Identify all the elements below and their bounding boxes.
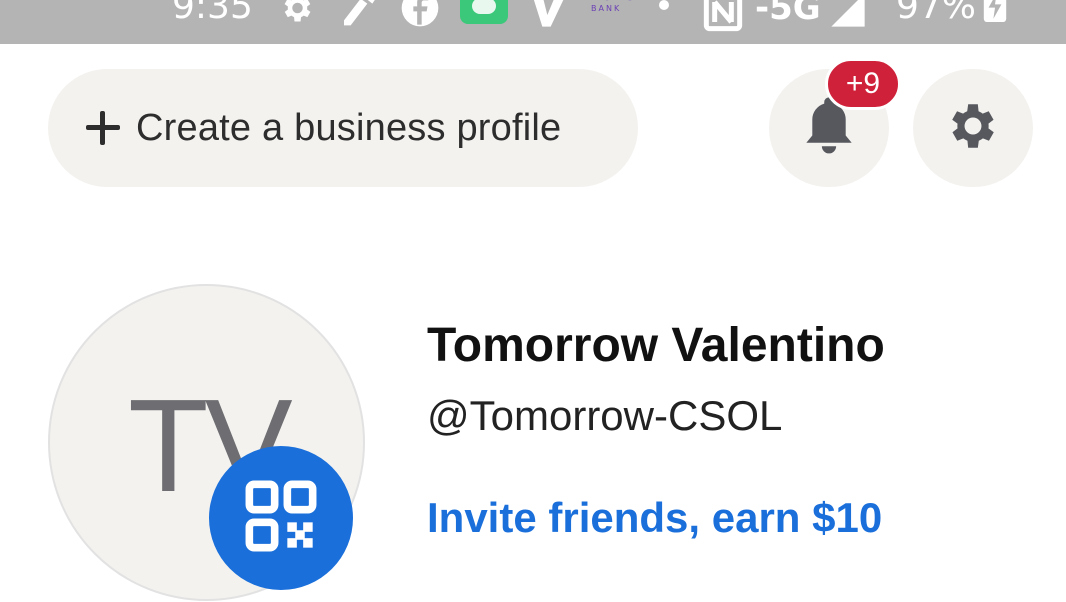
status-time: 9:35 [172,0,253,27]
settings-status-icon [276,0,316,31]
create-business-profile-button[interactable]: Create a business profile [48,69,638,187]
gear-icon [944,97,1002,160]
venmo-status-icon [527,0,571,35]
qr-code-icon [243,478,319,559]
profile-name: Tomorrow Valentino [427,319,885,372]
create-business-profile-label: Create a business profile [136,106,562,149]
notification-count-badge: +9 [825,58,901,110]
pen-status-icon [337,0,381,37]
qr-code-button[interactable] [209,446,353,590]
plus-icon [86,111,120,145]
signal-status-icon [827,0,869,35]
network-type: -5G [755,0,821,28]
settings-button[interactable] [913,69,1033,187]
messages-status-icon [460,0,508,24]
facebook-status-icon [400,0,440,33]
nfc-status-icon [703,0,743,37]
varo-status-icon: varoBANK [591,0,636,13]
battery-charging-icon [980,0,1010,27]
notification-dot-icon [659,0,669,10]
profile-handle: @Tomorrow-CSOL [427,392,783,439]
invite-friends-link[interactable]: Invite friends, earn $10 [427,494,882,542]
status-bar: 9:35 varoBANK -5G 97% [0,0,1066,44]
battery-percent: 97% [896,0,977,27]
